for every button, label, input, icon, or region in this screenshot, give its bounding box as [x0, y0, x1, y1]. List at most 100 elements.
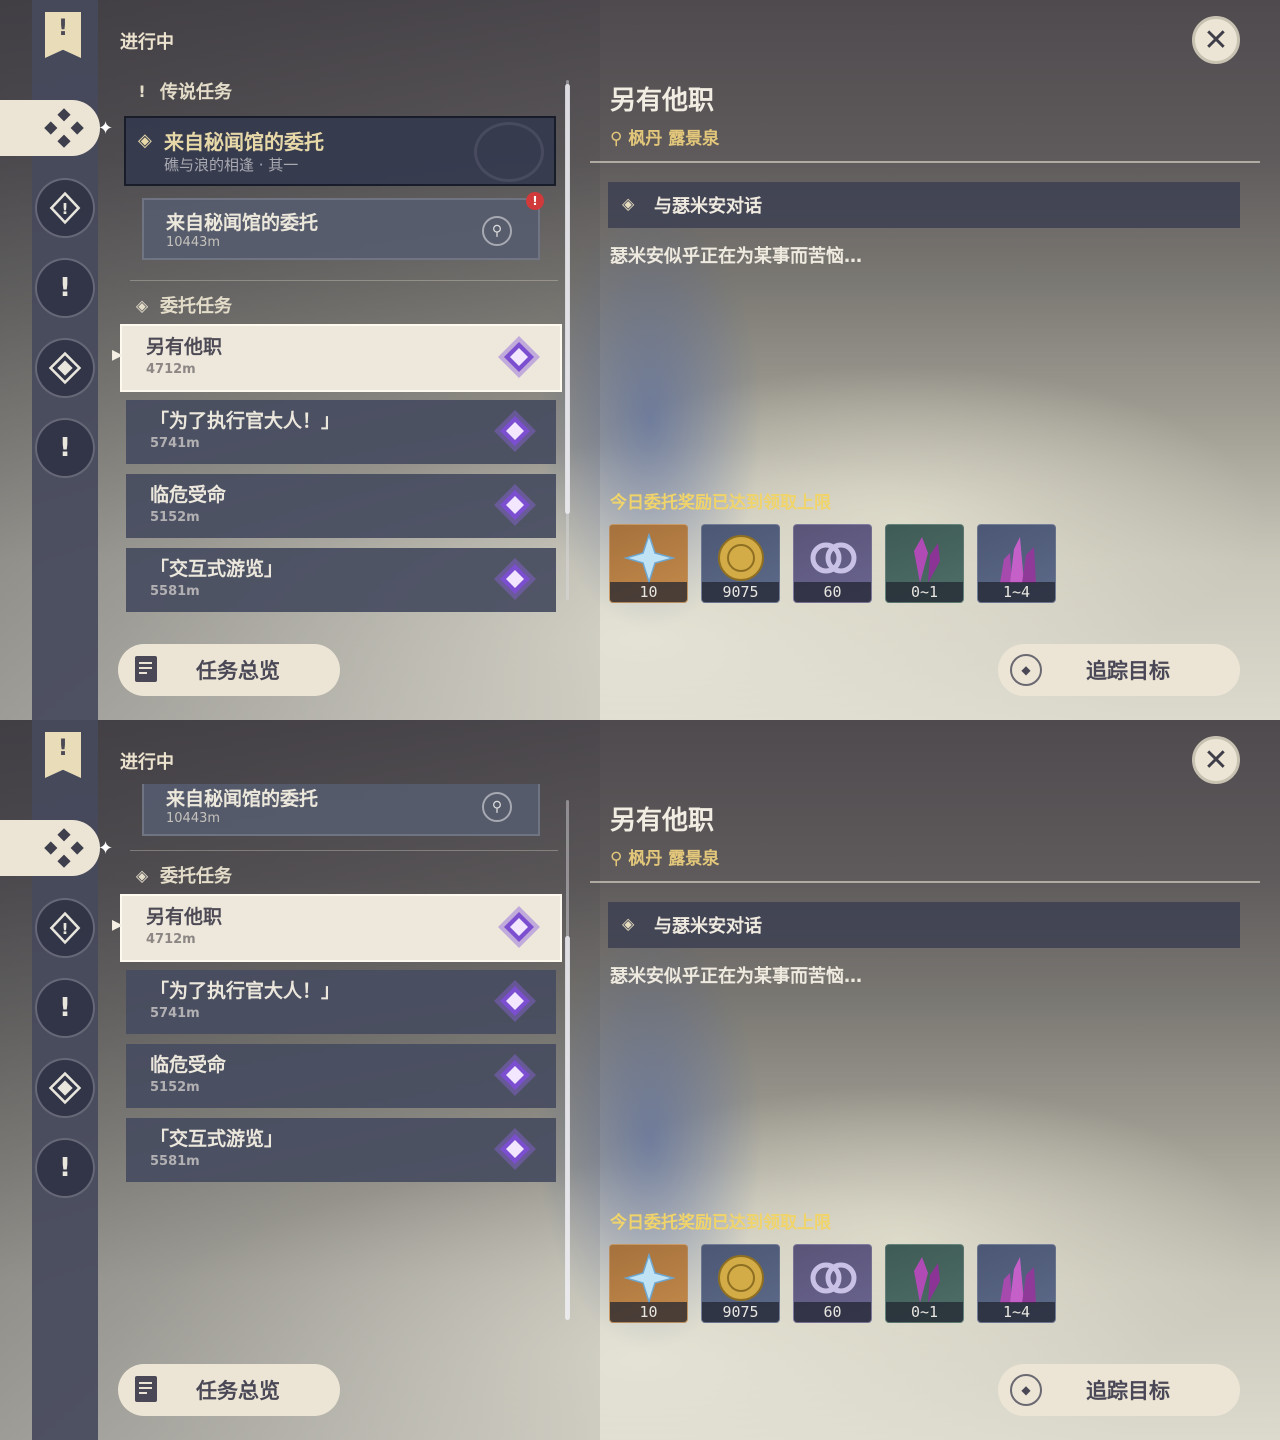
commission-quest-icon	[494, 1128, 536, 1170]
reward-friendship-exp[interactable]: 60	[793, 1244, 872, 1323]
close-button[interactable]: ✕	[1192, 736, 1240, 784]
reward-list: 10 9075 60 0~1 1~4	[609, 1244, 1056, 1323]
sparkle-icon: ✦	[98, 118, 114, 139]
reward-amethyst-crystal[interactable]: 0~1	[885, 524, 964, 603]
legend-quest-header[interactable]: ◈ 来自秘闻馆的委托 礁与浪的相逢 · 其一	[124, 116, 556, 186]
quest-overview-button[interactable]: 任务总览	[118, 644, 340, 696]
location-pin-icon: ⚲	[610, 849, 623, 869]
quest-item[interactable]: 临危受命 5152m	[126, 1044, 556, 1108]
map-pin-icon[interactable]: ⚲	[482, 792, 512, 822]
archon-quest-icon: !	[59, 993, 71, 1023]
legend-item-distance: 10443m	[166, 235, 221, 250]
location-pin-icon: ⚲	[610, 129, 623, 149]
reward-list: 10 9075 60 0~1 1~4	[609, 524, 1056, 603]
commission-small-icon: ◈	[135, 865, 149, 885]
amethyst-crystal-icon	[914, 1257, 940, 1303]
svg-text:!: !	[62, 200, 69, 218]
reward-primogem[interactable]: 10	[609, 524, 688, 603]
quest-book-icon	[135, 1376, 157, 1402]
quest-item-selected[interactable]: 另有他职 4712m	[120, 324, 562, 392]
amethyst-cluster-icon	[1000, 1257, 1036, 1303]
archon-quest-tab[interactable]: !	[35, 978, 95, 1038]
ongoing-header: 进行中	[120, 752, 174, 773]
quest-item[interactable]: 「为了执行官大人！」 5741m	[126, 970, 556, 1034]
commission-small-icon: ◈	[135, 295, 149, 315]
quest-item[interactable]: 「交互式游览」 5581m	[126, 1118, 556, 1182]
quest-list[interactable]: 来自秘闻馆的委托 10443m ⚲ ◈ 委托任务 另有他职 4712m 「为了执…	[118, 784, 566, 1194]
legend-quest-item[interactable]: 来自秘闻馆的委托 10443m ⚲	[142, 784, 540, 836]
commission-quest-icon	[494, 410, 536, 452]
objective-text: 与瑟米安对话	[654, 196, 762, 217]
amethyst-cluster-icon	[1000, 537, 1036, 583]
archon-quest-icon: !	[59, 273, 71, 303]
reward-amethyst-cluster[interactable]: 1~4	[977, 524, 1056, 603]
quest-overview-button[interactable]: 任务总览	[118, 1364, 340, 1416]
world-quest-tab[interactable]: !	[35, 178, 95, 238]
reward-amethyst-cluster[interactable]: 1~4	[977, 1244, 1056, 1323]
detail-description: 瑟米安似乎正在为某事而苦恼…	[610, 246, 862, 267]
scrollbar-thumb[interactable]	[565, 936, 570, 1320]
detail-description: 瑟米安似乎正在为某事而苦恼…	[610, 966, 862, 987]
commission-section-header: ◈ 委托任务	[132, 862, 232, 888]
exclamation-tab[interactable]: !	[35, 418, 95, 478]
track-diamond-icon: ◆	[1010, 654, 1042, 686]
divider	[590, 161, 1260, 163]
reward-mora[interactable]: 9075	[701, 1244, 780, 1323]
reward-friendship-exp[interactable]: 60	[793, 524, 872, 603]
quest-item[interactable]: 「交互式游览」 5581m	[126, 548, 556, 612]
reward-limit-note: 今日委托奖励已达到领取上限	[610, 493, 831, 513]
world-quest-icon: !	[49, 191, 81, 225]
quest-item-selected[interactable]: 另有他职 4712m	[120, 894, 562, 962]
legend-header-subtitle: 礁与浪的相逢 · 其一	[164, 156, 299, 174]
legend-item-distance: 10443m	[166, 811, 221, 826]
friendship-exp-icon	[810, 542, 857, 574]
archon-quest-tab[interactable]: !	[35, 258, 95, 318]
quest-screen-2: ! ✦ ! ! ! 进行中 来自秘闻馆的委托 10443m ⚲ ◈ 委托任务 另…	[0, 720, 1280, 1440]
world-quest-tab[interactable]: !	[35, 898, 95, 958]
quest-item[interactable]: 临危受命 5152m	[126, 474, 556, 538]
legend-header-title: 来自秘闻馆的委托	[164, 130, 324, 154]
map-pin-icon[interactable]: ⚲	[482, 216, 512, 246]
objective-diamond-icon: ◈	[622, 194, 635, 213]
track-target-button[interactable]: ◆ 追踪目标	[998, 644, 1240, 696]
close-button[interactable]: ✕	[1192, 16, 1240, 64]
commission-section-header: ◈ 委托任务	[132, 292, 232, 318]
track-diamond-icon: ◆	[1010, 1374, 1042, 1406]
commission-tab-icon	[44, 828, 84, 868]
story-quest-tab[interactable]	[35, 1058, 95, 1118]
story-quest-tab[interactable]	[35, 338, 95, 398]
selection-arrow-icon: ▶	[112, 347, 123, 363]
commission-quest-icon	[494, 1054, 536, 1096]
quest-item[interactable]: 「为了执行官大人！」 5741m	[126, 400, 556, 464]
exclamation-icon: !	[59, 1153, 71, 1183]
scrollbar-thumb[interactable]	[565, 84, 570, 514]
reward-mora[interactable]: 9075	[701, 524, 780, 603]
sidebar-tab-commissions[interactable]	[0, 820, 100, 876]
close-icon: ✕	[1203, 22, 1229, 58]
commission-quest-icon	[498, 336, 540, 378]
reward-amethyst-crystal[interactable]: 0~1	[885, 1244, 964, 1323]
legend-quest-item[interactable]: 来自秘闻馆的委托 10443m ⚲ !	[142, 192, 544, 260]
friendship-exp-icon	[810, 1262, 857, 1294]
detail-title: 另有他职	[610, 806, 715, 836]
story-quest-icon	[48, 1071, 82, 1105]
track-target-button[interactable]: ◆ 追踪目标	[998, 1364, 1240, 1416]
quest-list[interactable]: ! 传说任务 ◈ 来自秘闻馆的委托 礁与浪的相逢 · 其一 来自秘闻馆的委托 1…	[118, 70, 566, 615]
commission-quest-icon	[498, 906, 540, 948]
divider	[590, 881, 1260, 883]
reward-primogem[interactable]: 10	[609, 1244, 688, 1323]
objective-row: ◈ 与瑟米安对话	[608, 902, 1240, 948]
objective-diamond-icon: ◈	[622, 914, 635, 933]
alert-badge: !	[526, 192, 544, 210]
ongoing-header: 进行中	[120, 32, 174, 53]
svg-text:!: !	[62, 920, 69, 938]
commission-quest-icon	[494, 980, 536, 1022]
exclamation-tab[interactable]: !	[35, 1138, 95, 1198]
close-icon: ✕	[1203, 742, 1229, 778]
amethyst-crystal-icon	[914, 537, 940, 583]
selection-arrow-icon: ▶	[112, 917, 123, 933]
quest-screen-1: ! ✦ ! ! ! 进行中 ! 传说任务 ◈ 来自秘闻馆的委托 礁与浪的相逢 ·…	[0, 0, 1280, 720]
world-quest-icon: !	[49, 911, 81, 945]
detail-location: ⚲ 枫丹 露景泉	[610, 129, 720, 149]
sidebar-tab-commissions[interactable]	[0, 100, 100, 156]
